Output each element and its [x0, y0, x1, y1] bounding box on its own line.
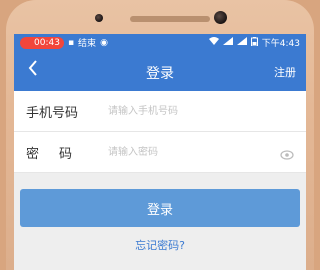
register-link[interactable]: 注册	[274, 64, 296, 80]
phone-row: 手机号码	[14, 91, 306, 132]
status-bar: 00:43 ▪ 结束 ◉ 下午4:43	[14, 34, 306, 51]
wifi-icon	[208, 37, 219, 48]
front-camera-icon	[214, 11, 227, 24]
page-title: 登录	[146, 66, 174, 82]
app-notification-icon: ◉	[100, 37, 108, 48]
recording-indicator: 00:43	[20, 36, 64, 49]
phone-top-bezel	[10, 0, 310, 34]
eye-icon[interactable]	[280, 146, 294, 160]
signal2-icon	[236, 37, 247, 48]
recording-time: 00:43	[34, 37, 60, 48]
login-button[interactable]: 登录	[20, 189, 300, 227]
login-form: 手机号码 密码	[14, 91, 306, 173]
clock-time: 下午4:43	[261, 39, 300, 49]
phone-screen: 00:43 ▪ 结束 ◉ 下午4:43 登录 注册 手机号码 请输入手机号码 密…	[14, 34, 306, 270]
password-row: 密码	[14, 132, 306, 173]
end-label: 结束	[78, 39, 97, 49]
password-input[interactable]	[106, 145, 280, 159]
earpiece-speaker	[130, 16, 210, 22]
signal-icon	[222, 37, 233, 48]
phone-input[interactable]	[106, 104, 280, 118]
forgot-password-link[interactable]: 忘记密码?	[14, 237, 306, 253]
password-label: 密码	[26, 146, 93, 162]
battery-icon	[250, 36, 258, 49]
app-bar: 登录 注册	[14, 51, 306, 91]
phone-label: 手机号码	[26, 105, 79, 121]
sensor-icon	[95, 14, 103, 22]
notification-icon: ▪	[67, 37, 75, 48]
record-icon	[24, 39, 31, 46]
